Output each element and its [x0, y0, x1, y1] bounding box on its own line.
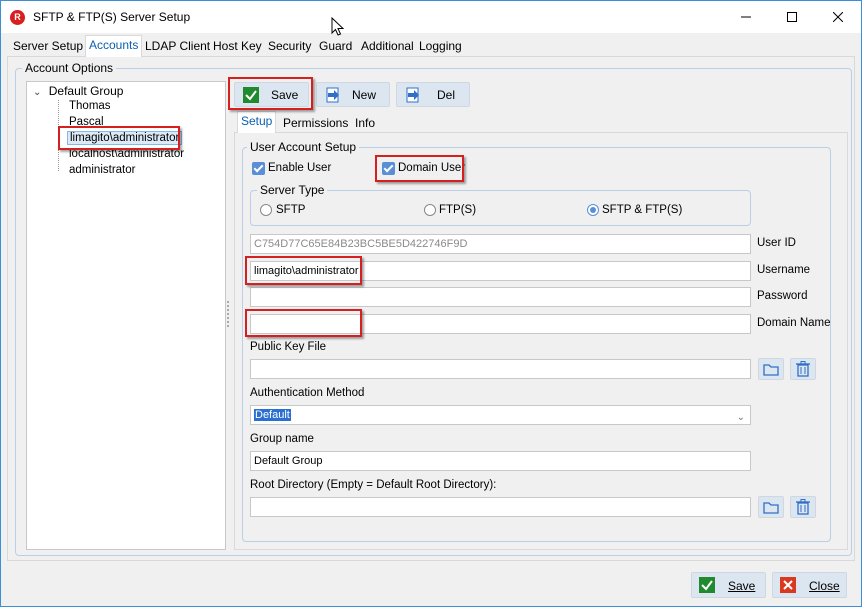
tree-item-limagito-administrator[interactable]: limagito\administrator: [67, 131, 183, 145]
user-id-field[interactable]: C754D77C65E84B23BC5BE5D422746F9D: [250, 234, 751, 254]
authentication-method-select[interactable]: Default ⌄: [250, 405, 751, 425]
clear-public-key-button[interactable]: [790, 358, 816, 380]
close-icon: [780, 577, 796, 593]
tab-ldap-client[interactable]: LDAP Client: [142, 37, 213, 57]
authentication-method-value: Default: [254, 409, 291, 421]
domain-name-field[interactable]: [250, 314, 751, 334]
new-account-label: New: [352, 88, 377, 102]
new-icon: [326, 87, 339, 103]
domain-name-label: Domain Name: [757, 317, 831, 329]
save-account-label: Save: [271, 88, 299, 102]
tab-additional[interactable]: Additional: [358, 37, 417, 57]
domain-user-checkbox[interactable]: [382, 162, 395, 175]
check-icon: [699, 577, 715, 593]
domain-user-label: Domain User: [398, 162, 466, 174]
radio-ftps-label: FTP(S): [439, 204, 477, 216]
browse-public-key-button[interactable]: [758, 358, 784, 380]
maximize-button[interactable]: [769, 1, 815, 33]
splitter-handle[interactable]: [227, 301, 229, 327]
enable-user-label: Enable User: [268, 162, 332, 174]
account-tree[interactable]: ⌄ Default Group Thomas Pascal limagito\a…: [26, 81, 226, 550]
trash-icon: [796, 499, 810, 515]
minimize-icon: [741, 16, 751, 18]
footer-close-button[interactable]: Close: [772, 572, 847, 598]
group-name-field[interactable]: Default Group: [250, 451, 751, 471]
chevron-down-icon[interactable]: ⌄: [33, 87, 41, 98]
tab-permissions[interactable]: Permissions: [280, 114, 351, 133]
footer-save-button[interactable]: Save: [691, 572, 766, 598]
radio-sftp-label: SFTP: [276, 204, 306, 216]
password-field[interactable]: [250, 287, 751, 307]
server-type-title: Server Type: [257, 183, 328, 197]
tab-accounts[interactable]: Accounts: [85, 35, 143, 57]
tree-root-label: Default Group: [48, 84, 124, 98]
tab-server-setup[interactable]: Server Setup: [10, 37, 86, 57]
browse-root-directory-button[interactable]: [758, 496, 784, 518]
root-directory-label: Root Directory (Empty = Default Root Dir…: [250, 479, 497, 491]
new-account-button[interactable]: New: [316, 82, 390, 107]
mouse-cursor-icon: [331, 17, 345, 36]
user-id-label: User ID: [757, 237, 796, 249]
tree-item-administrator[interactable]: administrator: [69, 164, 135, 176]
public-key-file-label: Public Key File: [250, 341, 327, 353]
tab-logging[interactable]: Logging: [416, 37, 465, 57]
user-account-setup-title: User Account Setup: [247, 140, 360, 154]
public-key-file-field[interactable]: [250, 359, 751, 379]
tab-guard[interactable]: Guard: [316, 37, 355, 57]
chevron-down-icon: ⌄: [736, 412, 745, 423]
folder-icon: [763, 502, 779, 514]
tab-host-key[interactable]: Host Key: [210, 37, 265, 57]
password-label: Password: [757, 290, 808, 302]
radio-ftps[interactable]: [424, 204, 436, 216]
enable-user-checkbox[interactable]: [252, 162, 265, 175]
radio-sftp[interactable]: [260, 204, 272, 216]
username-field[interactable]: limagito\administrator: [250, 261, 751, 281]
app-logo-icon: R: [10, 10, 25, 25]
maximize-icon: [787, 12, 797, 22]
tab-setup[interactable]: Setup: [237, 111, 277, 133]
tree-root-default-group[interactable]: ⌄ Default Group: [33, 84, 123, 98]
trash-icon: [796, 361, 810, 377]
footer-save-label: Save: [728, 579, 756, 593]
root-directory-field[interactable]: [250, 497, 751, 517]
radio-sftp-ftps[interactable]: [587, 204, 599, 216]
tab-security[interactable]: Security: [265, 37, 314, 57]
setup-window: R SFTP & FTP(S) Server Setup Server Setu…: [0, 0, 862, 607]
delete-icon: [406, 87, 419, 103]
window-title: SFTP & FTP(S) Server Setup: [33, 10, 191, 24]
tree-item-localhost-administrator[interactable]: localhost\administrator: [69, 148, 184, 160]
authentication-method-label: Authentication Method: [250, 387, 365, 399]
title-bar: R SFTP & FTP(S) Server Setup: [1, 1, 861, 33]
clear-root-directory-button[interactable]: [790, 496, 816, 518]
tab-info[interactable]: Info: [352, 114, 378, 133]
delete-account-label: Del: [437, 88, 456, 102]
radio-sftp-ftps-label: SFTP & FTP(S): [602, 204, 683, 216]
close-window-button[interactable]: [815, 1, 861, 33]
account-options-title: Account Options: [22, 61, 117, 75]
username-label: Username: [757, 264, 811, 276]
delete-account-button[interactable]: Del: [396, 82, 470, 107]
group-name-label: Group name: [250, 433, 314, 445]
tree-connector-line: [58, 100, 59, 171]
close-icon: [832, 11, 844, 23]
footer-close-label: Close: [809, 579, 840, 593]
save-account-button[interactable]: Save: [234, 82, 309, 107]
minimize-button[interactable]: [723, 1, 769, 33]
check-icon: [243, 87, 259, 103]
folder-icon: [763, 364, 779, 376]
tree-item-pascal[interactable]: Pascal: [69, 116, 104, 128]
tree-item-thomas[interactable]: Thomas: [69, 100, 111, 112]
